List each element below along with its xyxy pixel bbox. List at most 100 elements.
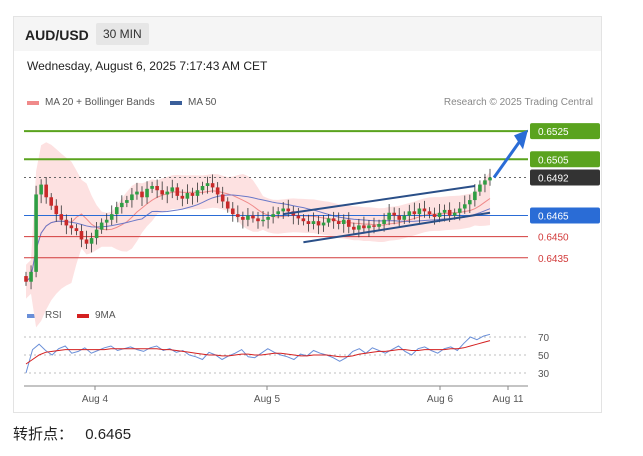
candle-body: [99, 222, 104, 230]
candle-body: [220, 194, 225, 202]
candle-body: [24, 276, 28, 282]
candle-body: [316, 221, 321, 226]
rsi-level-label-30: 30: [538, 369, 550, 380]
x-tick-label-2: Aug 6: [427, 394, 454, 405]
candle-body: [140, 191, 144, 198]
candle-body: [382, 219, 386, 224]
candle-body: [412, 211, 417, 215]
candle-body: [225, 201, 230, 209]
candle-body: [321, 222, 326, 226]
candle-body: [341, 219, 346, 224]
candle-body: [145, 188, 149, 198]
level-label-0.6525: 0.6525: [538, 127, 569, 138]
candle-body: [407, 211, 412, 216]
candle-body: [422, 208, 427, 212]
candle-body: [417, 208, 422, 215]
candle-body: [276, 211, 280, 215]
candle-body: [195, 190, 200, 196]
candle-body: [109, 214, 114, 220]
candle-body: [205, 183, 210, 186]
x-tick-label-3: Aug 11: [493, 394, 524, 405]
candle-body: [170, 187, 175, 192]
candle-body: [210, 183, 215, 188]
candle-body: [69, 225, 74, 229]
candle-body: [230, 208, 235, 215]
candle-body: [397, 215, 402, 220]
candle-body: [175, 187, 180, 196]
candle-body: [452, 212, 457, 216]
candle-body: [185, 193, 190, 199]
rsi-line: [25, 333, 491, 374]
candle-body: [488, 177, 492, 181]
candle-body: [236, 214, 240, 217]
candle-body: [437, 212, 442, 217]
candle-body: [357, 225, 361, 230]
candle-body: [104, 219, 109, 223]
candle-body: [377, 224, 381, 227]
level-label-0.6492: 0.6492: [538, 174, 569, 185]
candle-body: [155, 186, 159, 191]
candle-body: [165, 191, 170, 195]
pivot-footer-value: 0.6465: [85, 426, 132, 443]
candle-body: [473, 191, 477, 201]
candle-body: [387, 212, 391, 220]
candle-body: [442, 209, 447, 213]
candle-body: [447, 209, 452, 216]
candle-body: [402, 215, 407, 220]
candle-body: [483, 180, 487, 185]
candle-body: [352, 226, 356, 230]
candle-body: [256, 218, 260, 222]
candle-body: [478, 184, 482, 192]
level-label-0.6465: 0.6465: [538, 212, 569, 223]
candle-body: [59, 214, 64, 220]
level-label-0.6450: 0.6450: [538, 233, 569, 244]
candle-body: [44, 184, 48, 198]
candle-body: [39, 184, 43, 195]
candle-body: [392, 212, 396, 216]
candle-body: [457, 208, 462, 213]
candle-body: [311, 221, 316, 224]
candle-body: [64, 219, 69, 226]
candle-body: [215, 187, 220, 195]
x-tick-label-1: Aug 5: [254, 394, 281, 405]
candle-body: [427, 211, 432, 215]
candle-body: [261, 219, 265, 222]
candle-body: [281, 208, 286, 212]
candle-body: [34, 194, 38, 272]
candle-body: [79, 231, 84, 240]
candle-body: [49, 197, 54, 206]
candle-body: [367, 225, 371, 229]
price-chart: 0.6525 0.6505 0.6492 0.6465 0.6450 0.6435 70 50…: [24, 123, 600, 405]
candle-body: [266, 216, 270, 220]
candle-body: [301, 218, 306, 222]
candle-body: [29, 271, 33, 282]
candle-body: [160, 190, 164, 195]
candle-body: [346, 219, 351, 227]
candle-body: [54, 205, 59, 215]
candle-body: [331, 218, 336, 222]
candle-body: [432, 214, 437, 217]
rsi-ma-line: [25, 340, 491, 365]
candle-body: [241, 216, 245, 220]
candle-body: [84, 239, 89, 244]
x-tick-label-0: Aug 4: [82, 394, 109, 405]
level-label-0.6435: 0.6435: [538, 254, 569, 265]
candle-body: [372, 225, 376, 227]
candle-body: [125, 200, 129, 203]
candle-body: [150, 186, 154, 189]
candle-body: [190, 193, 195, 196]
candle-body: [89, 238, 94, 244]
candle-body: [74, 228, 79, 232]
candle-body: [468, 200, 472, 205]
candle-body: [336, 221, 341, 224]
candle-body: [246, 215, 250, 220]
rsi-level-label-50: 50: [538, 351, 550, 362]
candle-body: [180, 195, 185, 199]
candle-body: [462, 204, 467, 209]
candle-body: [326, 218, 331, 223]
candle-body: [296, 215, 301, 219]
candle-body: [306, 221, 311, 224]
candle-body: [286, 208, 291, 212]
pivot-footer-label: 转折点：: [13, 426, 74, 443]
candle-body: [114, 207, 119, 215]
